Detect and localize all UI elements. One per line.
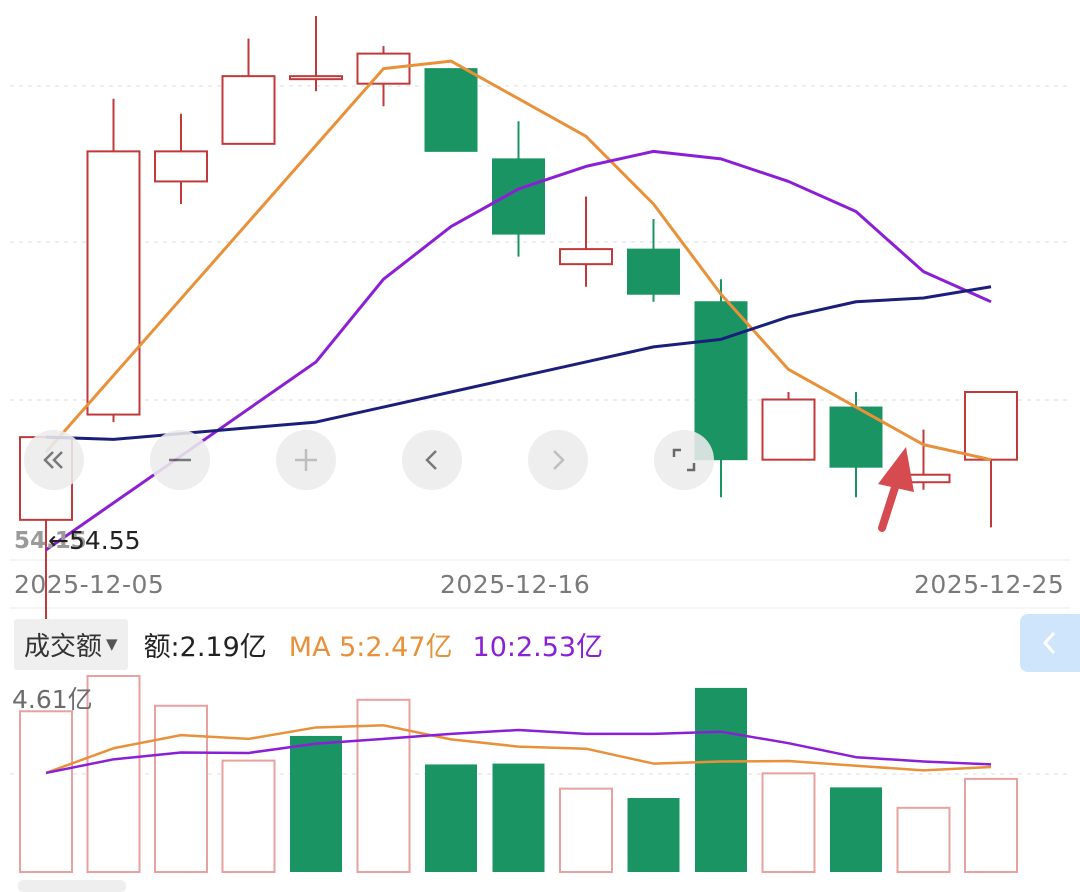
candle-body (154, 150, 208, 183)
red-arrow-annotation (878, 447, 914, 532)
double-chevron-left-icon (43, 451, 63, 469)
volume-ma5: MA 5:2.47亿 (288, 631, 453, 663)
date-end: 2025-12-25 (914, 570, 1065, 599)
volume-value: 额:2.19亿 (143, 631, 267, 663)
candle-body (559, 248, 613, 266)
candle-body (964, 391, 1018, 461)
date-mid: 2025-12-16 (440, 570, 591, 599)
low-price-value: ←54.55 (48, 526, 141, 555)
plus-icon (295, 449, 317, 471)
candle-body (627, 248, 680, 295)
candle-body (424, 68, 478, 152)
bottom-handle[interactable] (18, 880, 126, 892)
chevron-right-icon (553, 450, 565, 470)
collapse-panel-button[interactable] (1020, 614, 1080, 672)
candle-body (221, 75, 276, 145)
volume-bar (830, 787, 882, 872)
volume-max-label: 4.61亿 (12, 685, 93, 714)
rewind-button[interactable] (24, 430, 84, 490)
candle-body (761, 398, 816, 461)
volume-ma10: 10:2.53亿 (472, 631, 604, 663)
low-price-label: 54.15 ←54.55 (14, 526, 141, 555)
indicator-selector[interactable]: 成交额 ▼ (14, 618, 128, 670)
volume-bar (154, 704, 208, 874)
volume-bar (425, 764, 477, 872)
volume-bar (695, 687, 747, 872)
volume-bar (761, 772, 816, 873)
volume-bar (19, 710, 73, 874)
next-button[interactable] (528, 430, 588, 490)
candle-body (289, 75, 343, 81)
indicator-selector-label: 成交额 (24, 631, 103, 662)
prev-button[interactable] (402, 430, 462, 490)
volume-bar (290, 735, 342, 872)
chevron-left-icon (1042, 631, 1056, 655)
chevron-left-icon (425, 450, 437, 470)
zoom-in-button[interactable] (276, 430, 336, 490)
caret-down-icon: ▼ (106, 635, 118, 653)
volume-bar (559, 787, 613, 873)
volume-bar (221, 759, 276, 873)
fullscreen-icon (672, 448, 696, 472)
date-start: 2025-12-05 (14, 570, 165, 599)
volume-bar (492, 763, 545, 872)
fullscreen-button[interactable] (654, 430, 714, 490)
volume-bar (86, 675, 141, 873)
minus-icon (169, 458, 191, 462)
volume-bar (964, 777, 1018, 873)
volume-bar (896, 806, 951, 873)
zoom-out-button[interactable] (150, 430, 210, 490)
volume-bar (627, 798, 680, 872)
volume-header: 成交额 ▼ 额:2.19亿 MA 5:2.47亿 10:2.53亿 (0, 616, 1080, 672)
candle-body (492, 158, 545, 235)
